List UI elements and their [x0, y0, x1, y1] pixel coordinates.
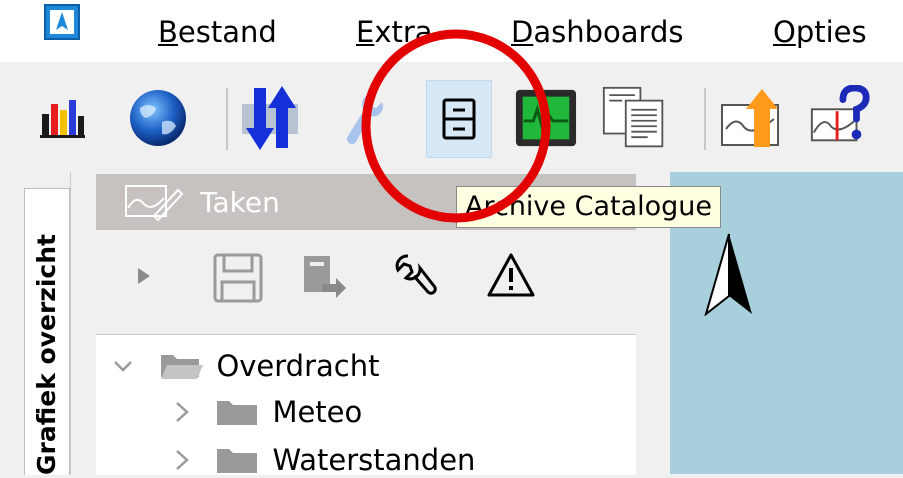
sort-arrows-icon — [242, 86, 298, 150]
menu-label: ashboards — [533, 15, 684, 49]
menu-opties[interactable]: Opties — [773, 14, 867, 50]
toolbar-separator — [226, 88, 228, 150]
warning-icon — [487, 253, 535, 297]
globe-icon — [130, 90, 186, 146]
side-tab-grafiek-overzicht[interactable]: Grafiek overzicht — [24, 188, 70, 475]
save-icon — [213, 253, 263, 303]
folder-icon — [217, 401, 258, 425]
tree-item-waterstanden[interactable]: Waterstanden — [172, 440, 475, 478]
chevron-right-icon[interactable] — [172, 400, 192, 424]
documents-icon — [602, 86, 664, 148]
export-task-button[interactable] — [300, 254, 348, 306]
folder-icon — [217, 449, 258, 473]
tree-item-overdracht[interactable]: Overdracht — [112, 346, 379, 384]
menu-mnemonic: O — [773, 15, 796, 49]
tasks-toolbar — [96, 230, 636, 334]
app-logo-icon[interactable] — [44, 4, 80, 40]
tasks-header-icon — [124, 182, 184, 226]
tasks-title: Taken — [200, 186, 280, 219]
menu-label: estand — [177, 15, 277, 49]
task-settings-button[interactable] — [394, 252, 442, 304]
north-arrow-icon — [704, 232, 754, 320]
tree-item-label: Overdracht — [216, 349, 380, 383]
save-task-button[interactable] — [212, 252, 264, 308]
chart-help-icon — [810, 85, 870, 142]
menu-label: pties — [795, 15, 867, 49]
export-icon — [304, 256, 346, 298]
run-task-button[interactable] — [136, 264, 154, 292]
folder-open-icon — [161, 355, 204, 379]
chart-upload-icon — [721, 89, 779, 147]
play-icon — [138, 268, 150, 284]
chart-edit-icon — [125, 185, 184, 222]
wrench-icon — [395, 254, 437, 295]
sort-button[interactable] — [238, 80, 302, 156]
tree-item-label: Meteo — [272, 395, 363, 429]
chart-help-button[interactable] — [808, 80, 872, 156]
tree-item-meteo[interactable]: Meteo — [172, 392, 362, 430]
chevron-right-icon[interactable] — [172, 448, 192, 472]
toolbar-separator — [704, 88, 706, 150]
tree-item-label: Waterstanden — [272, 443, 476, 477]
menu-bestand[interactable]: Bestand — [158, 14, 277, 50]
bar-chart-icon — [40, 100, 85, 138]
globe-button[interactable] — [126, 80, 190, 156]
menu-mnemonic: B — [158, 15, 178, 49]
chart-upload-button[interactable] — [718, 80, 782, 156]
side-tab-label: Grafiek overzicht — [32, 234, 61, 475]
task-warning-button[interactable] — [486, 252, 536, 302]
documents-button[interactable] — [602, 80, 666, 156]
chevron-down-icon[interactable] — [112, 356, 134, 376]
highlight-circle-annotation — [360, 28, 552, 224]
bar-chart-button[interactable] — [30, 80, 94, 156]
